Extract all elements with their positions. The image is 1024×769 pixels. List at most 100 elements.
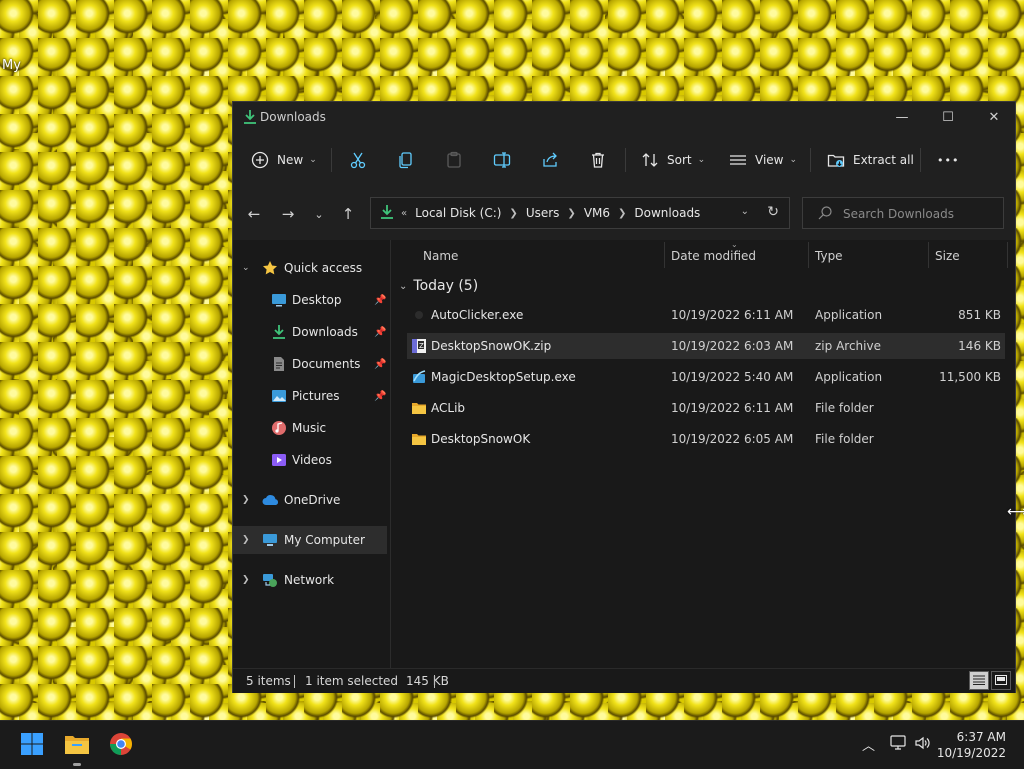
rename-button[interactable] — [493, 144, 511, 176]
network-icon — [262, 572, 278, 588]
up-button[interactable]: ↑ — [336, 203, 360, 225]
tiles-view-icon — [995, 674, 1007, 688]
refresh-icon[interactable]: ↻ — [767, 204, 779, 220]
sidebar-item-desktop[interactable]: Desktop 📌 — [233, 286, 387, 314]
chevron-right-icon[interactable]: ❯ — [242, 535, 250, 545]
pin-icon[interactable]: 📌 — [374, 327, 386, 338]
new-button[interactable]: New ⌄ — [251, 144, 317, 176]
extract-all-button[interactable]: Extract all — [827, 144, 914, 176]
sort-button[interactable]: Sort ⌄ — [641, 144, 705, 176]
file-row[interactable]: Z DesktopSnowOK.zip 10/19/2022 6:03 AM z… — [407, 333, 1005, 359]
volume-icon[interactable] — [914, 735, 932, 755]
breadcrumb-users[interactable]: Users — [526, 206, 560, 220]
sidebar-item-label: Videos — [292, 453, 332, 467]
sort-icon — [641, 151, 659, 169]
toolbar-divider — [920, 148, 921, 172]
tiles-view-button[interactable] — [991, 671, 1011, 690]
sidebar-item-downloads[interactable]: Downloads 📌 — [233, 318, 387, 346]
pin-icon[interactable]: 📌 — [374, 391, 386, 402]
copy-button[interactable] — [397, 144, 415, 176]
back-button[interactable]: ← — [242, 203, 266, 225]
file-row[interactable]: MagicDesktopSetup.exe 10/19/2022 5:40 AM… — [407, 364, 1005, 390]
sidebar-item-pictures[interactable]: Pictures 📌 — [233, 382, 387, 410]
desktop-icon-label[interactable]: My — [2, 58, 21, 73]
chevron-right-icon[interactable]: ❯ — [242, 495, 250, 505]
chevron-down-icon[interactable]: ⌄ — [399, 281, 407, 292]
column-divider[interactable] — [928, 242, 929, 268]
file-row[interactable]: ACLib 10/19/2022 6:11 AM File folder — [407, 395, 1005, 421]
chevron-right-icon[interactable]: ❯ — [618, 208, 626, 219]
chevron-down-icon: ⌄ — [789, 155, 798, 165]
more-options-button[interactable]: ••• — [937, 144, 959, 176]
toolbar-divider — [810, 148, 811, 172]
share-icon — [541, 151, 559, 169]
view-list-icon — [729, 151, 747, 169]
minimize-button[interactable]: — — [879, 102, 925, 132]
chevron-down-icon[interactable]: ⌄ — [242, 263, 250, 273]
column-header-type[interactable]: Type — [815, 249, 843, 263]
breadcrumb-local-disk[interactable]: Local Disk (C:) — [415, 206, 501, 220]
taskbar-chrome[interactable] — [105, 729, 137, 761]
sidebar-item-label: Quick access — [284, 261, 363, 275]
chevron-right-icon[interactable]: ❯ — [509, 208, 517, 219]
view-button[interactable]: View ⌄ — [729, 144, 797, 176]
network-status-icon[interactable] — [890, 735, 908, 755]
trash-icon — [589, 151, 607, 169]
share-button[interactable] — [541, 144, 559, 176]
column-divider[interactable] — [808, 242, 809, 268]
rename-icon — [493, 151, 511, 169]
breadcrumb-vm6[interactable]: VM6 — [584, 206, 610, 220]
svg-text:Z: Z — [419, 342, 424, 350]
chevron-up-icon[interactable]: ︿ — [862, 735, 875, 754]
sidebar-item-my-computer[interactable]: ❯ My Computer — [233, 526, 387, 554]
close-button[interactable]: ✕ — [971, 102, 1017, 132]
chevron-down-icon[interactable]: ⌄ — [741, 206, 749, 217]
download-icon — [242, 109, 258, 125]
sidebar-item-network[interactable]: ❯ Network — [233, 566, 387, 594]
delete-button[interactable] — [589, 144, 607, 176]
clock-date: 10/19/2022 — [936, 746, 1006, 760]
chevron-right-icon[interactable]: ❯ — [242, 575, 250, 585]
cut-button[interactable] — [349, 144, 367, 176]
column-header-date[interactable]: Date modified — [671, 249, 756, 263]
sidebar-item-label: Pictures — [292, 389, 340, 403]
sidebar-item-videos[interactable]: Videos — [233, 446, 387, 474]
file-row[interactable]: DesktopSnowOK 10/19/2022 6:05 AM File fo… — [407, 426, 1005, 452]
sidebar-item-music[interactable]: Music — [233, 414, 387, 442]
start-button[interactable] — [16, 729, 48, 761]
pin-icon[interactable]: 📌 — [374, 295, 386, 306]
breadcrumb-overflow[interactable]: « — [401, 208, 407, 219]
taskbar: ︿ 6:37 AM 10/19/2022 — [0, 720, 1024, 769]
column-header-size[interactable]: Size — [935, 249, 960, 263]
file-row[interactable]: AutoClicker.exe 10/19/2022 6:11 AM Appli… — [407, 302, 1005, 328]
paste-button[interactable] — [445, 144, 463, 176]
arrow-up-icon: ↑ — [341, 205, 355, 223]
pin-icon[interactable]: 📌 — [374, 359, 386, 370]
details-view-button[interactable] — [969, 671, 989, 690]
sidebar-item-onedrive[interactable]: ❯ OneDrive — [233, 486, 387, 514]
toolbar-divider — [625, 148, 626, 172]
taskbar-file-explorer[interactable] — [61, 729, 93, 766]
group-header-today[interactable]: ⌄ Today (5) — [399, 278, 478, 294]
search-icon — [817, 205, 833, 224]
maximize-button[interactable]: ☐ — [925, 102, 971, 132]
column-divider[interactable] — [1007, 242, 1008, 268]
address-bar[interactable]: « Local Disk (C:) ❯ Users ❯ VM6 ❯ Downlo… — [370, 197, 790, 229]
search-box[interactable] — [802, 197, 1004, 229]
folder-icon — [411, 400, 427, 416]
breadcrumb-downloads[interactable]: Downloads — [634, 206, 700, 220]
forward-button[interactable]: → — [276, 203, 300, 225]
search-input[interactable] — [841, 204, 995, 224]
chevron-right-icon[interactable]: ❯ — [567, 208, 575, 219]
status-bar: 5 items 1 item selected 145 KB — [233, 668, 1015, 693]
file-explorer-window: Downloads — ☐ ✕ New ⌄ Sort ⌄ View ⌄ Extr… — [232, 101, 1017, 764]
column-header-name[interactable]: Name — [423, 249, 458, 263]
recent-locations-button[interactable]: ⌄ — [307, 203, 331, 225]
column-divider[interactable] — [664, 242, 665, 268]
sidebar-item-documents[interactable]: Documents 📌 — [233, 350, 387, 378]
command-bar: New ⌄ Sort ⌄ View ⌄ Extract all ••• — [233, 132, 1015, 189]
extract-folder-icon — [827, 151, 845, 169]
sidebar-item-quick-access[interactable]: ⌄ Quick access — [233, 254, 387, 282]
taskbar-clock[interactable]: 6:37 AM 10/19/2022 — [937, 729, 1006, 761]
sidebar-item-label: Network — [284, 573, 335, 587]
